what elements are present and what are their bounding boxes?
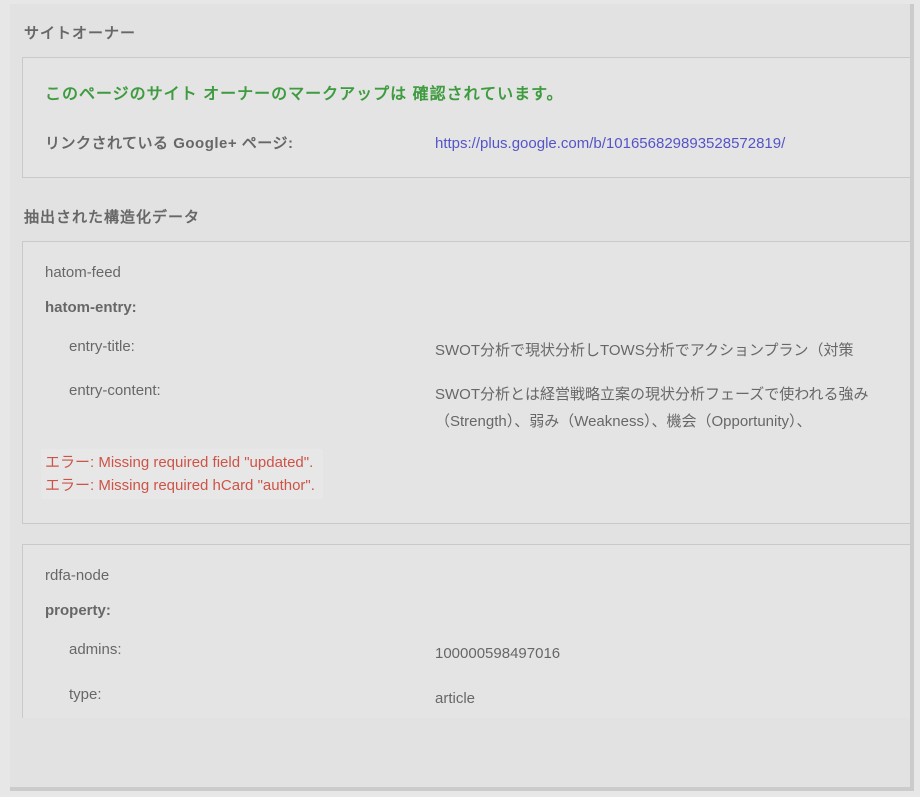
ownership-verified-text: このページのサイト オーナーのマークアップは 確認されています。 — [45, 80, 906, 104]
admins-key: admins: — [45, 641, 435, 658]
structured-data-heading: 抽出された構造化データ — [24, 206, 910, 227]
entry-title-key: entry-title: — [45, 338, 435, 355]
hatom-feed-title: hatom-feed — [45, 264, 906, 281]
site-owner-heading: サイトオーナー — [24, 22, 910, 43]
type-value: article — [435, 686, 906, 712]
hatom-feed-card: hatom-feed hatom-entry: entry-title: SWO… — [22, 241, 910, 524]
entry-content-key: entry-content: — [45, 382, 435, 399]
hatom-entry-label: hatom-entry: — [45, 299, 906, 316]
error-missing-author: エラー: Missing required hCard "author". — [45, 474, 315, 497]
results-panel: サイトオーナー このページのサイト オーナーのマークアップは 確認されています。… — [10, 4, 914, 791]
admins-value: 100000598497016 — [435, 641, 906, 667]
rdfa-node-card: rdfa-node property: admins: 100000598497… — [22, 544, 910, 718]
linked-google-plus-label: リンクされている Google+ ページ: — [45, 132, 435, 153]
rdfa-node-title: rdfa-node — [45, 567, 906, 584]
error-missing-updated: エラー: Missing required field "updated". — [45, 451, 315, 474]
entry-title-value: SWOT分析で現状分析しTOWS分析でアクションプラン（対策 — [435, 338, 906, 364]
entry-content-value: SWOT分析とは経営戦略立案の現状分析フェーズで使われる強み（Strength）… — [435, 382, 906, 435]
type-key: type: — [45, 686, 435, 703]
error-box: エラー: Missing required field "updated". エ… — [41, 449, 323, 500]
site-owner-card: このページのサイト オーナーのマークアップは 確認されています。 リンクされてい… — [22, 57, 910, 178]
linked-google-plus-link[interactable]: https://plus.google.com/b/10165682989352… — [435, 135, 785, 152]
property-label: property: — [45, 602, 906, 619]
